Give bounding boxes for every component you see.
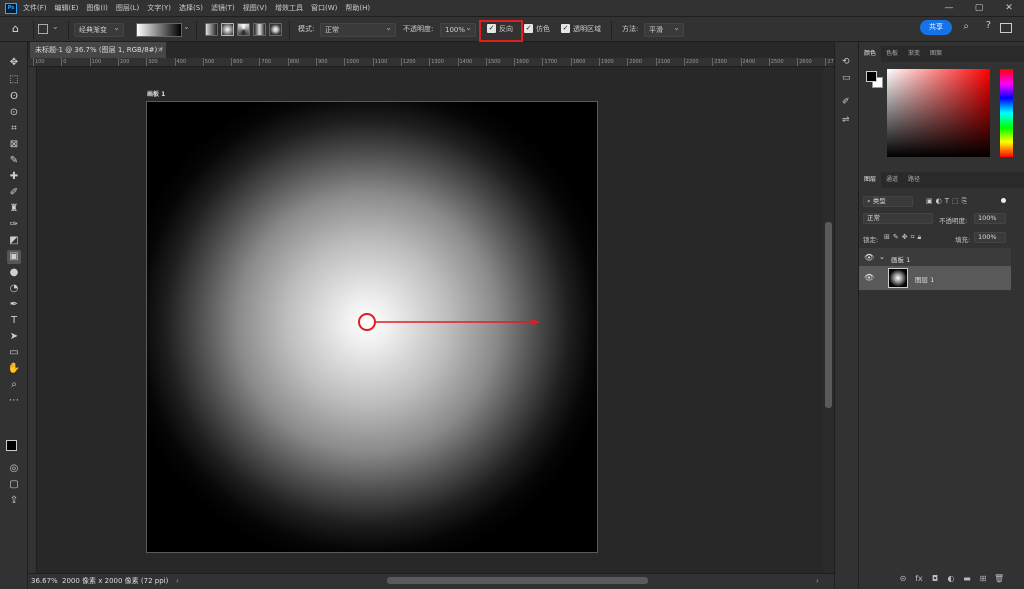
tab-layers[interactable]: 图层 [859,172,882,188]
brush-settings-icon[interactable]: ✐ [842,97,850,107]
gradient-start-marker [358,313,376,331]
tab-swatches[interactable]: 色板 [881,46,903,62]
layer-thumbnail [888,268,908,288]
collapsed-panels-strip: ⟲ ▭ ✐ ⇌ [834,42,859,589]
tab-channels[interactable]: 通道 [881,172,903,188]
adjustments-icon[interactable]: ⇌ [842,115,850,125]
color-picker-field[interactable] [887,69,990,157]
layer-opacity-input[interactable]: 100% [974,213,1006,224]
artboard-layer-name: 画板 1 [891,256,911,264]
comments-panel-icon[interactable]: ▭ [842,73,851,83]
fill-label: 填充: [955,236,971,244]
arrow-head-icon [532,319,540,325]
panel-foreground-swatch[interactable] [866,71,877,82]
link-layers-icon[interactable]: ⊝ [898,574,908,583]
hue-slider[interactable] [1000,69,1013,157]
adjustment-layer-icon[interactable]: ◐ [946,574,956,583]
document-dimensions: 2000 像素 x 2000 像素 (72 ppi) [62,577,169,585]
delete-layer-icon[interactable]: 🗑︎ [994,574,1004,583]
add-mask-icon[interactable]: ◘ [930,574,940,583]
fill-input[interactable]: 100% [974,232,1006,243]
history-panel-icon[interactable]: ⟲ [842,57,850,67]
fx-icon[interactable]: fx [914,574,924,583]
zoom-level[interactable]: 36.67% [31,574,58,589]
tab-color[interactable]: 颜色 [859,46,882,62]
layer-opacity-label: 不透明度: [939,217,968,225]
new-group-icon[interactable]: ▬ [962,574,972,583]
lock-label: 锁定: [863,236,879,244]
blend-mode-select[interactable]: 正常 [863,213,933,224]
new-layer-icon[interactable]: ⊞ [978,574,988,583]
layer-filter-label: 类型 [872,197,886,205]
filter-toggle-icon[interactable] [1001,198,1006,203]
scroll-right-icon[interactable]: › [816,574,819,589]
visibility-eye-icon[interactable]: 👁︎ [864,253,874,262]
lock-icons[interactable]: ⊞✎✥⌗🔒︎ [884,233,924,242]
layer-row-layer1[interactable]: 👁︎ 图层 1 [859,266,1011,290]
tab-paths[interactable]: 路径 [903,172,925,188]
tab-gradients[interactable]: 渐变 [903,46,925,62]
layer-filter-icons[interactable]: ▣◐T⬚⎘ [926,197,970,206]
visibility-eye-icon[interactable]: 👁︎ [864,273,874,282]
layers-panel-tabs: 图层 通道 路径 [859,172,1024,188]
layer-filter-select[interactable]: ⌕ 类型 [863,196,913,207]
horizontal-scrollbar-thumb[interactable] [387,577,648,584]
vertical-scrollbar-thumb[interactable] [825,222,832,408]
expand-chevron-icon[interactable]: ⌄ [879,253,885,261]
scroll-left-icon[interactable]: ‹ [176,574,179,589]
color-panel-tabs: 颜色 色板 渐变 图案 [859,46,1024,62]
layer1-name: 图层 1 [915,276,935,284]
status-arrow-icon[interactable]: › [166,574,169,589]
tab-patterns[interactable]: 图案 [925,46,947,62]
